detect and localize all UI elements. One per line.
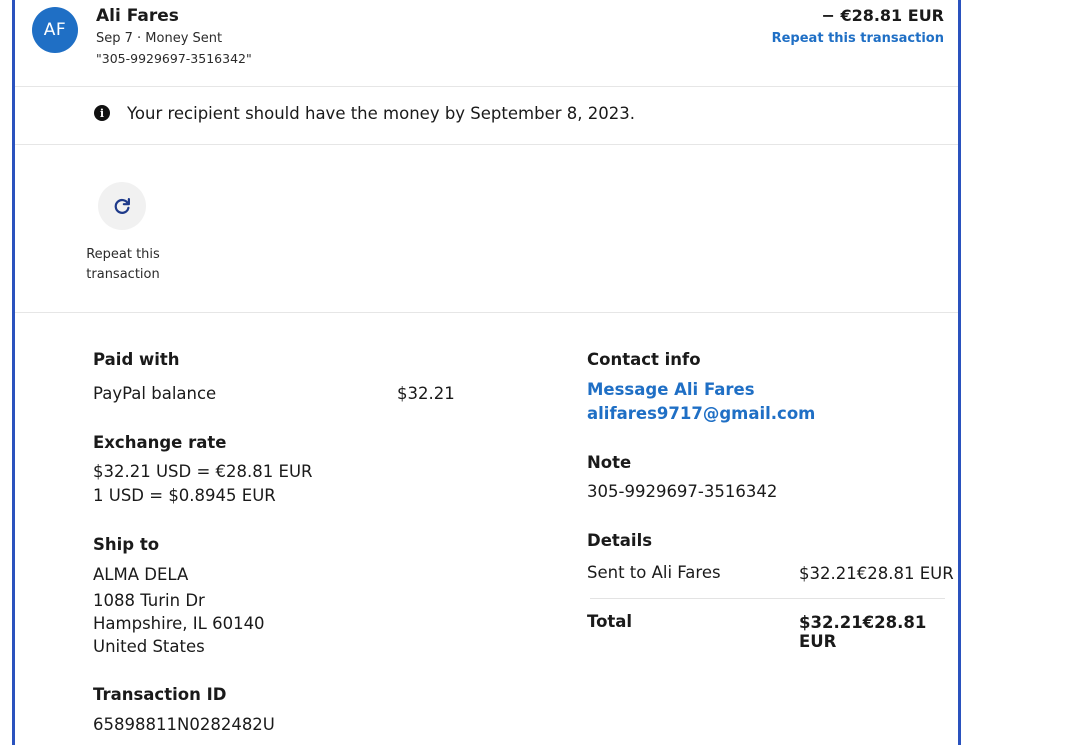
ship-to-heading: Ship to xyxy=(93,535,160,554)
recipient-name: Ali Fares xyxy=(96,6,179,26)
refresh-icon xyxy=(114,198,130,214)
note-heading: Note xyxy=(587,453,632,472)
transaction-date-type: Sep 7 · Money Sent xyxy=(96,31,223,46)
message-recipient-link[interactable]: Message Ali Fares xyxy=(587,380,755,399)
recipient-email-link[interactable]: alifares9717@gmail.com xyxy=(587,404,815,423)
ship-to-name: ALMA DELA xyxy=(93,565,189,584)
info-icon: i xyxy=(94,105,110,121)
details-divider xyxy=(590,598,945,599)
transaction-header: AF Ali Fares Sep 7 · Money Sent "305-992… xyxy=(15,0,958,87)
exchange-rate-unit: 1 USD = $0.8945 EUR xyxy=(93,486,276,505)
avatar: AF xyxy=(32,7,78,53)
transaction-amount: − €28.81 EUR xyxy=(821,6,944,25)
payment-amount: $32.21 xyxy=(397,384,455,403)
contact-info-heading: Contact info xyxy=(587,350,701,369)
exchange-rate-conversion: $32.21 USD = €28.81 EUR xyxy=(93,462,313,481)
total-amount: $32.21€28.81 EUR xyxy=(799,613,927,651)
ship-to-city: Hampshire, IL 60140 xyxy=(93,614,265,633)
note-value: 305-9929697-3516342 xyxy=(587,482,778,501)
repeat-transaction-link[interactable]: Repeat this transaction xyxy=(772,31,944,46)
sent-to-amount: $32.21€28.81 EUR xyxy=(799,564,954,583)
transaction-reference: "305-9929697-3516342" xyxy=(96,51,252,66)
repeat-transaction-label: Repeat this transaction xyxy=(86,247,160,282)
action-bar: Repeat this transaction xyxy=(15,145,958,313)
delivery-notice: i Your recipient should have the money b… xyxy=(15,87,958,145)
paid-with-heading: Paid with xyxy=(93,350,180,369)
total-label: Total xyxy=(587,612,633,631)
details-heading: Details xyxy=(587,531,653,550)
ship-to-country: United States xyxy=(93,637,205,656)
transaction-details: Paid with PayPal balance $32.21 Exchange… xyxy=(15,313,958,745)
ship-to-street: 1088 Turin Dr xyxy=(93,591,205,610)
repeat-transaction-button[interactable] xyxy=(98,182,146,230)
sent-to-label: Sent to Ali Fares xyxy=(587,563,721,582)
transaction-id-heading: Transaction ID xyxy=(93,685,227,704)
delivery-notice-text: Your recipient should have the money by … xyxy=(127,104,635,123)
transaction-details-panel: AF Ali Fares Sep 7 · Money Sent "305-992… xyxy=(12,0,961,745)
transaction-id-value: 65898811N0282482U xyxy=(93,715,275,734)
exchange-rate-heading: Exchange rate xyxy=(93,433,227,452)
payment-method: PayPal balance xyxy=(93,384,217,403)
